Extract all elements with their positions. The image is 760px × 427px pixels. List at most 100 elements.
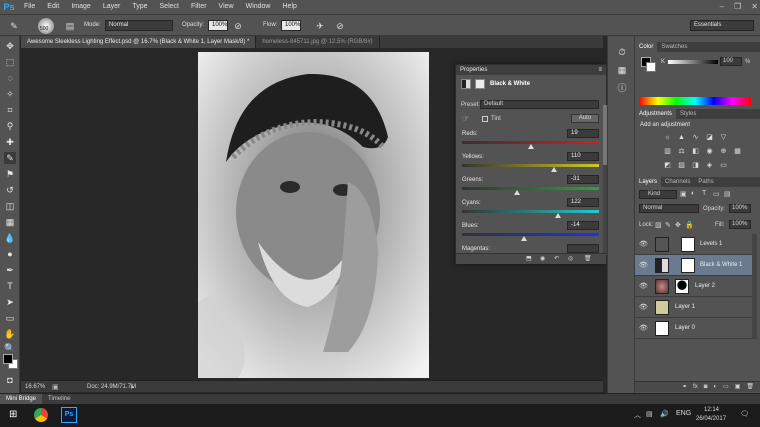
curves-icon[interactable]: ∿ bbox=[691, 133, 700, 142]
pen-tool-icon[interactable]: ✒ bbox=[4, 264, 16, 276]
foreground-color-swatch[interactable] bbox=[3, 354, 13, 364]
clone-stamp-tool-icon[interactable]: ⚑ bbox=[4, 168, 16, 180]
path-select-tool-icon[interactable]: ➤ bbox=[4, 296, 16, 308]
layer-row-layer-0[interactable]: 👁 Layer 0 bbox=[635, 318, 752, 339]
fill-field[interactable]: 100% bbox=[729, 220, 751, 229]
language-indicator[interactable]: ENG bbox=[676, 410, 691, 417]
layer-row-layer-1[interactable]: 👁 Layer 1 bbox=[635, 297, 752, 318]
info-panel-icon[interactable]: ⓘ bbox=[616, 82, 628, 94]
doc-tab-active[interactable]: Awesome Sleekless Lighting Effect.psd @ … bbox=[21, 36, 257, 48]
lock-pixels-icon[interactable]: ▨ bbox=[655, 221, 662, 229]
auto-button[interactable]: Auto bbox=[571, 114, 599, 123]
slider-value-field[interactable] bbox=[567, 244, 599, 253]
volume-icon[interactable]: 🔊 bbox=[660, 410, 669, 418]
tray-chevron-icon[interactable]: ︿ bbox=[634, 410, 641, 420]
color-lookup-icon[interactable]: ▦ bbox=[733, 147, 742, 156]
workspace-select[interactable]: Essentials bbox=[690, 20, 754, 31]
slider-thumb[interactable] bbox=[513, 190, 520, 195]
quick-select-tool-icon[interactable]: ✧ bbox=[4, 88, 16, 100]
k-value[interactable]: 100 bbox=[720, 57, 742, 66]
vibrance-icon[interactable]: ▽ bbox=[719, 133, 728, 142]
dodge-tool-icon[interactable]: ● bbox=[4, 248, 16, 260]
tab-adjustments[interactable]: Adjustments bbox=[635, 109, 677, 119]
black-white-icon[interactable]: ◧ bbox=[691, 147, 700, 156]
slider-thumb[interactable] bbox=[520, 236, 527, 241]
visibility-eye-icon[interactable]: 👁 bbox=[639, 261, 648, 269]
slider-value-field[interactable]: -14 bbox=[567, 221, 599, 230]
menu-filter[interactable]: Filter bbox=[185, 0, 213, 14]
tab-swatches[interactable]: Swatches bbox=[657, 42, 691, 52]
clock-date[interactable]: 26/04/2017 bbox=[696, 416, 726, 422]
slider-value-field[interactable]: -31 bbox=[567, 175, 599, 184]
clip-to-layer-icon[interactable]: ⬒ bbox=[526, 255, 532, 262]
tab-channels[interactable]: Channels bbox=[661, 177, 694, 187]
mode-select[interactable]: Normal bbox=[105, 20, 173, 31]
hue-saturation-icon[interactable]: ▥ bbox=[663, 147, 672, 156]
clock-time[interactable]: 12:14 bbox=[704, 407, 719, 413]
layer-opacity-field[interactable]: 100% bbox=[729, 204, 751, 213]
color-balance-icon[interactable]: ⚖ bbox=[677, 147, 686, 156]
layer-row-layer-2[interactable]: 👁 Layer 2 bbox=[635, 276, 752, 297]
invert-icon[interactable]: ◩ bbox=[663, 161, 672, 170]
delete-layer-icon[interactable]: 🗑 bbox=[746, 382, 754, 392]
color-spectrum[interactable] bbox=[639, 97, 751, 105]
levels-icon[interactable]: ▲ bbox=[677, 133, 686, 142]
brightness-icon[interactable]: ☼ bbox=[663, 133, 672, 142]
move-tool-icon[interactable]: ✥ bbox=[4, 40, 16, 52]
tab-styles[interactable]: Styles bbox=[676, 109, 700, 119]
tab-paths[interactable]: Paths bbox=[694, 177, 717, 187]
history-brush-tool-icon[interactable]: ↺ bbox=[4, 184, 16, 196]
hand-tool-icon[interactable]: ✋ bbox=[4, 328, 16, 340]
layer-2-mask-thumb[interactable] bbox=[675, 279, 689, 294]
tab-layers[interactable]: Layers bbox=[635, 177, 662, 187]
menu-edit[interactable]: Edit bbox=[41, 0, 65, 14]
zoom-level[interactable]: 16.67% bbox=[25, 384, 45, 390]
delete-icon[interactable]: 🗑 bbox=[584, 255, 592, 262]
new-group-icon[interactable]: ▭ bbox=[723, 382, 729, 392]
lock-paint-icon[interactable]: ✎ bbox=[665, 221, 671, 229]
gradient-map-icon[interactable]: ▭ bbox=[719, 161, 728, 170]
threshold-icon[interactable]: ◨ bbox=[691, 161, 700, 170]
slider-thumb[interactable] bbox=[527, 144, 534, 149]
lock-move-icon[interactable]: ✥ bbox=[675, 221, 681, 229]
blur-tool-icon[interactable]: 💧 bbox=[4, 232, 16, 244]
status-menu-icon[interactable]: ▣ bbox=[52, 383, 59, 391]
visibility-eye-icon[interactable]: 👁 bbox=[639, 303, 648, 311]
color-bg-swatch[interactable] bbox=[646, 62, 656, 72]
pressure-opacity-icon[interactable]: ⊘ bbox=[232, 20, 244, 32]
filter-adjust-icon[interactable]: ◐ bbox=[691, 190, 695, 197]
windows-start-icon[interactable]: ⊞ bbox=[9, 409, 17, 420]
zoom-tool-icon[interactable]: 🔍 bbox=[4, 342, 16, 354]
eyedropper-tool-icon[interactable]: ⚲ bbox=[4, 120, 16, 132]
view-previous-icon[interactable]: ◉ bbox=[540, 255, 545, 262]
menu-file[interactable]: File bbox=[18, 0, 41, 14]
properties-panel-icon[interactable]: ▦ bbox=[616, 64, 628, 76]
photoshop-taskbar-icon[interactable]: Ps bbox=[61, 407, 77, 423]
menu-help[interactable]: Help bbox=[277, 0, 303, 14]
slider-value-field[interactable]: 110 bbox=[567, 152, 599, 161]
document-canvas-image[interactable] bbox=[198, 52, 429, 378]
new-layer-icon[interactable]: ▣ bbox=[735, 382, 741, 392]
healing-tool-icon[interactable]: ✚ bbox=[4, 136, 16, 148]
brush-tool-icon[interactable]: ✎ bbox=[4, 152, 16, 164]
status-arrow-icon[interactable]: ▸ bbox=[131, 383, 135, 391]
filter-type-icon[interactable]: T bbox=[702, 190, 706, 197]
airbrush-icon[interactable]: ✈ bbox=[314, 20, 326, 32]
network-icon[interactable]: ▤ bbox=[646, 410, 653, 418]
slider-track[interactable] bbox=[462, 233, 599, 236]
properties-header[interactable]: Properties ≡ bbox=[456, 65, 606, 75]
brush-tool-icon[interactable]: ✎ bbox=[8, 20, 20, 32]
notifications-icon[interactable]: 🗨 bbox=[740, 410, 749, 418]
filter-smart-icon[interactable]: ▤ bbox=[724, 190, 731, 198]
crop-tool-icon[interactable]: ⌗ bbox=[4, 104, 16, 116]
fx-icon[interactable]: fx bbox=[693, 382, 698, 392]
type-tool-icon[interactable]: T bbox=[4, 280, 16, 292]
tab-color[interactable]: Color bbox=[635, 42, 658, 52]
blend-mode-select[interactable]: Normal bbox=[639, 204, 699, 213]
targeted-adjust-icon[interactable]: ☞ bbox=[462, 114, 469, 123]
lasso-tool-icon[interactable]: ◌ bbox=[4, 72, 16, 84]
visibility-eye-icon[interactable]: 👁 bbox=[639, 240, 648, 248]
quick-mask-icon[interactable]: ◘ bbox=[4, 374, 16, 386]
marquee-tool-icon[interactable]: ⬚ bbox=[4, 56, 16, 68]
menu-window[interactable]: Window bbox=[240, 0, 277, 14]
